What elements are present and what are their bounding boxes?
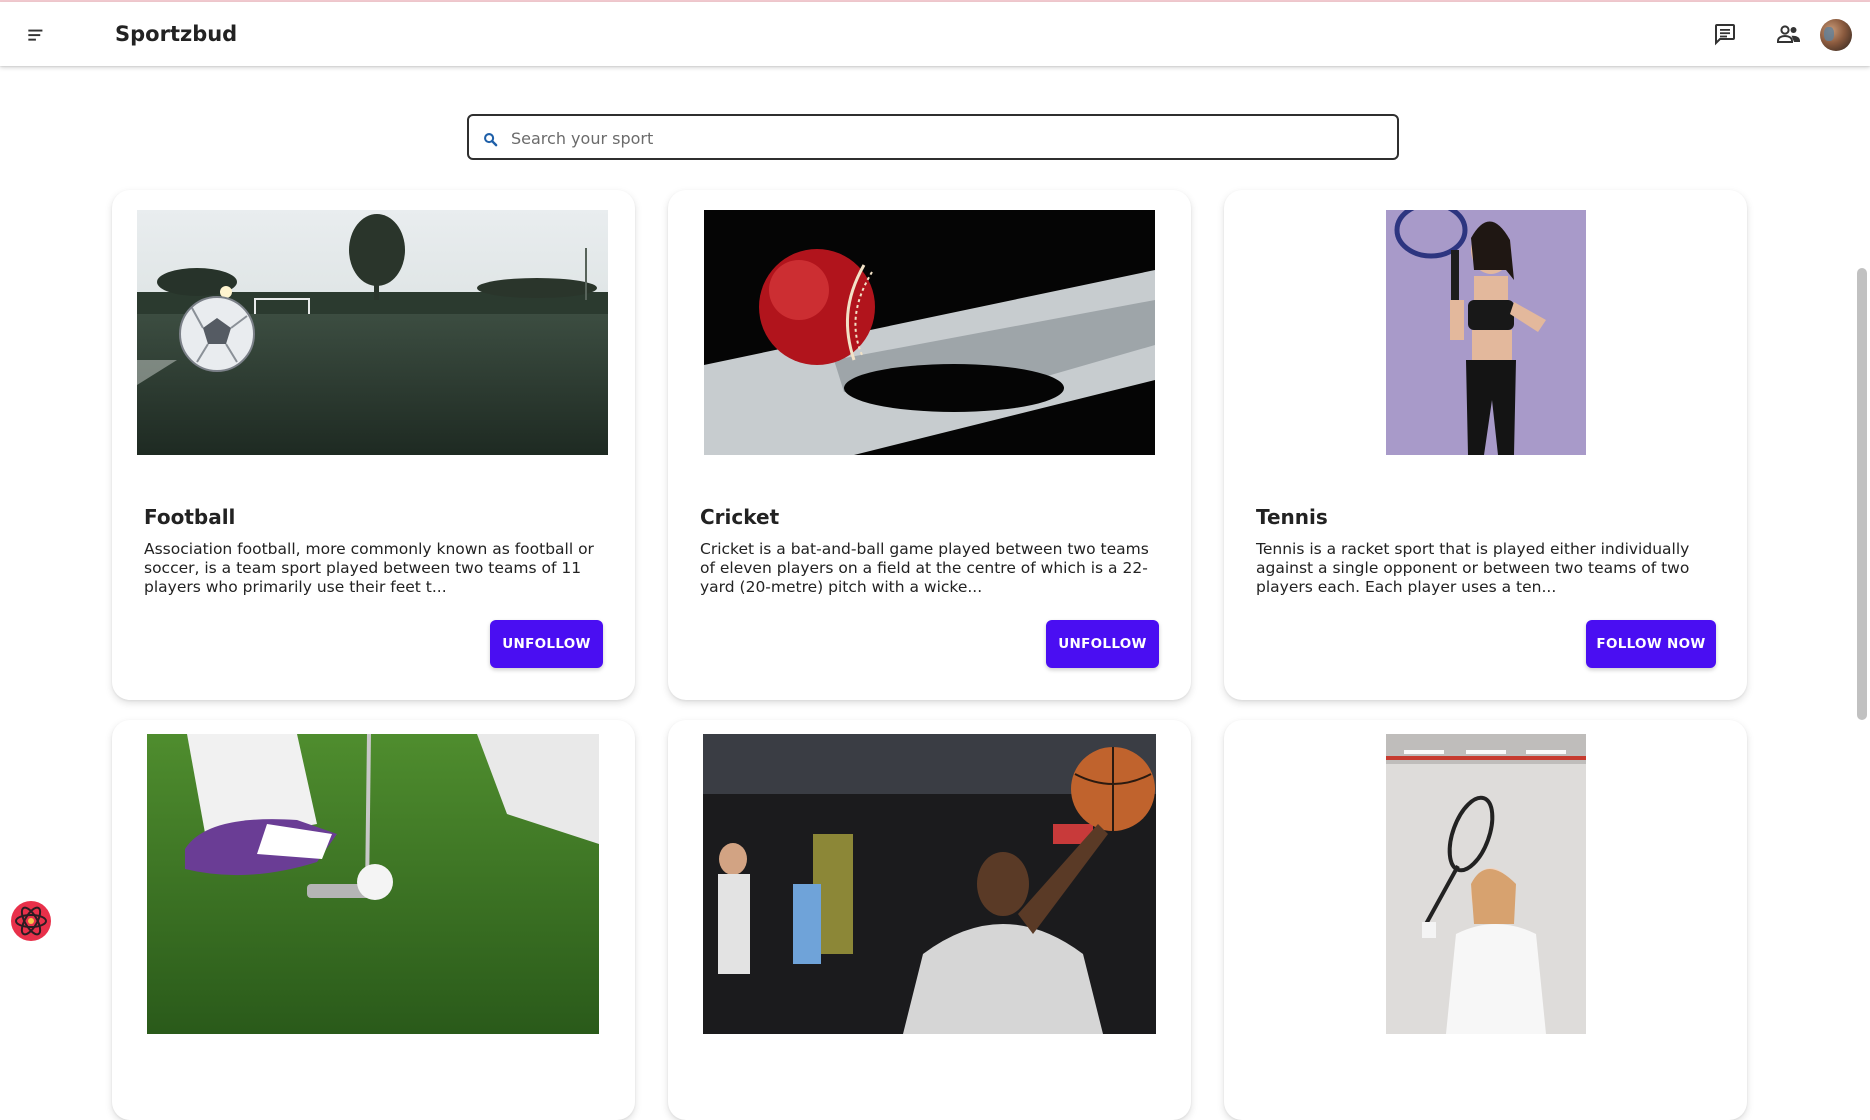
sport-description: Association football, more commonly know… [144,540,594,596]
tennis-photo [1386,210,1586,455]
unfollow-button[interactable]: UNFOLLOW [1046,620,1159,668]
sport-title: Cricket [700,505,780,529]
menu-button[interactable] [24,22,50,48]
unfollow-button[interactable]: UNFOLLOW [490,620,603,668]
sport-card-golf [112,720,635,1120]
cricket-image [704,210,1155,455]
user-avatar[interactable] [1820,19,1852,51]
page-scrollbar[interactable] [1857,268,1867,720]
chat-icon [1715,24,1735,46]
menu-icon [28,29,43,41]
react-devtools-button[interactable] [10,900,52,942]
people-button[interactable] [1773,18,1805,50]
search-input[interactable] [509,122,1373,154]
golf-image [147,734,599,1034]
football-photo [137,210,608,455]
app-title[interactable]: Sportzbud [115,22,237,46]
search-icon [484,133,498,147]
sport-title: Tennis [1256,505,1328,529]
sport-title: Football [144,505,236,529]
sport-description: Cricket is a bat-and-ball game played be… [700,540,1149,596]
badminton-image [1386,734,1586,1034]
sport-description: Tennis is a racket sport that is played … [1256,540,1690,596]
app-bar: Sportzbud [0,2,1870,66]
search-field[interactable] [467,114,1399,160]
follow-now-button[interactable]: FOLLOW NOW [1586,620,1716,668]
basketball-image [703,734,1156,1034]
football-image [137,210,608,455]
people-icon [1777,25,1800,43]
golf-photo [147,734,599,1034]
cricket-photo [704,210,1155,455]
sport-card-tennis: Tennis Tennis is a racket sport that is … [1224,190,1747,700]
sport-card-badminton [1224,720,1747,1120]
tennis-image [1386,210,1586,455]
sport-card-basketball [668,720,1191,1120]
sport-card-football: Football Association football, more comm… [112,190,635,700]
sport-card-cricket: Cricket Cricket is a bat-and-ball game p… [668,190,1191,700]
badminton-photo [1386,734,1586,1034]
react-icon [11,901,51,941]
basketball-photo [703,734,1156,1034]
chat-button[interactable] [1709,18,1741,50]
